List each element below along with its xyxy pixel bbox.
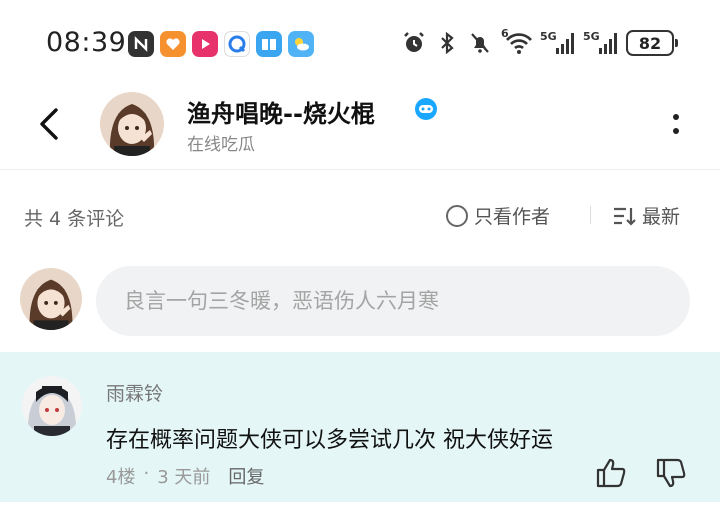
commenter-avatar[interactable] bbox=[22, 376, 82, 436]
notification-icons bbox=[128, 31, 314, 57]
wifi-icon: 6 bbox=[501, 27, 532, 55]
browser-icon bbox=[224, 31, 250, 57]
toolbar-divider bbox=[590, 206, 591, 224]
battery-indicator: 82 bbox=[626, 30, 678, 56]
system-status-icons: 6 5G 5G 82 bbox=[402, 27, 678, 56]
chat-header: 渔舟唱晚--烧火棍 在线吃瓜 bbox=[0, 88, 720, 170]
comment-toolbar: 共 4 条评论 只看作者 最新 bbox=[0, 190, 720, 242]
comment-text: 存在概率问题大侠可以多尝试几次 祝大侠好运 bbox=[106, 428, 553, 453]
user-status: 在线吃瓜 bbox=[187, 135, 255, 155]
back-button[interactable] bbox=[30, 104, 70, 144]
comment-item: 雨霖铃 存在概率问题大侠可以多尝试几次 祝大侠好运 4楼 · 3 天前 回复 bbox=[0, 352, 720, 502]
comment-input[interactable] bbox=[96, 266, 690, 336]
thumbs-down-icon[interactable] bbox=[654, 456, 688, 490]
network-label-1: 5G bbox=[540, 30, 557, 43]
battery-level: 82 bbox=[638, 33, 662, 53]
comment-meta: 4楼 · 3 天前 回复 bbox=[106, 463, 264, 489]
comment-time: 3 天前 bbox=[157, 467, 211, 488]
user-name: 渔舟唱晚--烧火棍 bbox=[187, 100, 375, 128]
signal-5g-2: 5G bbox=[583, 30, 617, 54]
signal-5g-1: 5G bbox=[540, 30, 574, 54]
comment-count: 共 4 条评论 bbox=[24, 208, 125, 230]
video-app-icon bbox=[192, 31, 218, 57]
weather-icon bbox=[288, 31, 314, 57]
sort-icon bbox=[614, 207, 636, 226]
commenter-name[interactable]: 雨霖铃 bbox=[106, 379, 163, 406]
game-badge-icon bbox=[415, 98, 437, 120]
comment-floor: 4楼 bbox=[106, 467, 136, 488]
author-only-toggle[interactable]: 只看作者 bbox=[446, 202, 550, 229]
bluetooth-icon bbox=[441, 31, 454, 55]
health-icon bbox=[160, 31, 186, 57]
meta-separator: · bbox=[143, 463, 150, 484]
network-label-2: 5G bbox=[583, 30, 600, 43]
alarm-icon bbox=[404, 32, 424, 52]
reader-icon bbox=[256, 31, 282, 57]
status-bar: 08:39 6 5G 5G 82 bbox=[0, 0, 720, 88]
user-avatar[interactable] bbox=[100, 92, 164, 156]
nfc-icon bbox=[128, 31, 154, 57]
sort-label: 最新 bbox=[642, 206, 681, 228]
mute-icon bbox=[471, 33, 489, 53]
thumbs-up-icon[interactable] bbox=[594, 456, 628, 490]
reply-button[interactable]: 回复 bbox=[228, 463, 264, 489]
sort-button[interactable]: 最新 bbox=[612, 202, 680, 229]
radio-circle-icon bbox=[446, 204, 468, 227]
more-options-icon[interactable] bbox=[670, 112, 682, 136]
status-time: 08:39 bbox=[46, 27, 127, 58]
author-only-label: 只看作者 bbox=[474, 206, 551, 228]
my-avatar bbox=[20, 268, 82, 330]
